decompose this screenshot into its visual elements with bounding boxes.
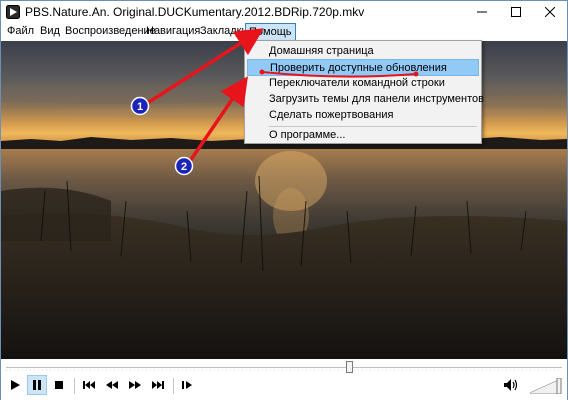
- close-icon: [545, 7, 555, 17]
- skip-next-icon: [152, 381, 164, 389]
- seek-thumb[interactable]: [346, 361, 353, 373]
- menu-item-download-toolbar-themes[interactable]: Загрузить темы для панели инструментов: [247, 91, 484, 108]
- play-button[interactable]: [5, 375, 25, 395]
- close-button[interactable]: [533, 1, 567, 23]
- menu-file[interactable]: Файл: [7, 25, 34, 37]
- skip-previous-icon: [83, 381, 95, 389]
- app-icon: [6, 5, 20, 19]
- maximize-button[interactable]: [499, 1, 533, 23]
- speaker-icon: [504, 379, 518, 391]
- mute-button[interactable]: [501, 375, 521, 395]
- seek-bar[interactable]: [1, 359, 567, 373]
- rewind-button[interactable]: [102, 375, 122, 395]
- menu-item-command-line-switches[interactable]: Переключатели командной строки: [247, 75, 479, 92]
- minimize-button[interactable]: [465, 1, 499, 23]
- frame-step-button[interactable]: [178, 375, 198, 395]
- frame-step-icon: [182, 381, 192, 389]
- menu-item-donate[interactable]: Сделать пожертвования: [247, 107, 479, 124]
- player-window: PBS.Nature.An. Original.DUCKumentary.201…: [0, 0, 568, 400]
- previous-button[interactable]: [79, 375, 99, 395]
- menu-item-homepage[interactable]: Домашняя страница: [247, 43, 479, 60]
- fast-forward-button[interactable]: [125, 375, 145, 395]
- menu-view[interactable]: Вид: [40, 25, 60, 37]
- stop-button[interactable]: [49, 375, 69, 395]
- volume-thumb[interactable]: [556, 378, 562, 394]
- play-icon: [11, 380, 20, 390]
- seek-ticks: [6, 369, 562, 371]
- next-button[interactable]: [148, 375, 168, 395]
- pause-icon: [33, 380, 41, 390]
- menu-item-check-updates[interactable]: Проверить доступные обновления: [247, 59, 479, 76]
- playback-controls: [1, 373, 567, 400]
- title-bar: PBS.Nature.An. Original.DUCKumentary.201…: [1, 1, 567, 23]
- seek-track: [6, 367, 562, 368]
- toolbar-separator: [173, 378, 174, 394]
- menu-playback[interactable]: Воспроизведение: [65, 25, 156, 37]
- stop-icon: [55, 381, 63, 389]
- menu-bar: Файл Вид Воспроизведение Навигация Закла…: [1, 23, 567, 41]
- menu-navigation[interactable]: Навигация: [146, 25, 200, 37]
- menu-bookmarks[interactable]: Закладки: [200, 25, 248, 37]
- volume-slider[interactable]: [529, 378, 562, 394]
- toolbar-separator: [74, 378, 75, 394]
- menu-help[interactable]: Помощь: [245, 23, 296, 41]
- help-menu-dropdown: Домашняя страница Проверить доступные об…: [244, 40, 484, 144]
- maximize-icon: [511, 7, 521, 17]
- window-title: PBS.Nature.An. Original.DUCKumentary.201…: [25, 5, 365, 19]
- fast-forward-icon: [129, 381, 141, 389]
- rewind-icon: [106, 381, 118, 389]
- minimize-icon: [477, 11, 487, 13]
- menu-item-about[interactable]: О программе...: [247, 127, 479, 144]
- pause-button[interactable]: [27, 375, 47, 395]
